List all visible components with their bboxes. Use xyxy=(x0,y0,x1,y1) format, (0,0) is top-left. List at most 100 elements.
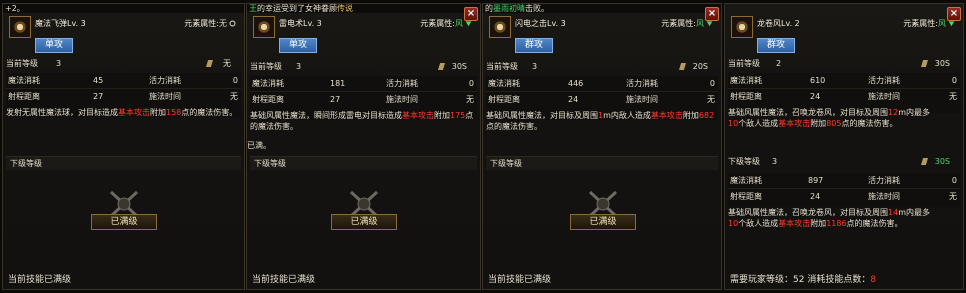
range-label: 射程距离 xyxy=(730,92,762,101)
desc-text: 发射无属性魔法球，对目标造成 xyxy=(6,108,118,117)
current-level-value: 3 xyxy=(56,59,62,68)
vp-label: 活力消耗 xyxy=(149,76,181,85)
range-value: 24 xyxy=(810,192,821,201)
stats-divider xyxy=(250,91,477,92)
attack-type-tag: 群攻 xyxy=(515,38,553,53)
mp-label: 魔法消耗 xyxy=(488,79,520,88)
desc-text: m内敌人造成 xyxy=(603,111,651,120)
max-level-badge: 已满级 xyxy=(331,214,397,230)
skill-panel-magic-missile: +2。 魔法飞弹Lv. 3 元素属性:无 单攻 当前等级 3 无 魔法消耗 45… xyxy=(2,3,245,290)
desc-text: 基础风属性魔法，对目标及周围 xyxy=(486,111,598,120)
max-level-emblem: 已满级 xyxy=(570,190,636,236)
range-label: 射程距离 xyxy=(8,92,40,101)
max-level-badge: 已满级 xyxy=(91,214,157,230)
current-level-row: 当前等级 3 30S xyxy=(250,61,477,73)
chat-name: 王 xyxy=(249,4,257,13)
current-level-value: 3 xyxy=(532,62,538,71)
cooldown-time: 20S xyxy=(692,62,708,71)
cooldown-time: 30S xyxy=(451,62,467,71)
element-value: 风 xyxy=(696,19,704,28)
desc-text: 基础风属性魔法，召唤龙卷风，对目标及周围 xyxy=(728,208,888,217)
chat-strip: 王的幸运受到了女神眷顾传说 xyxy=(247,4,480,13)
vp-label: 活力消耗 xyxy=(868,176,900,185)
next-level-header: 下级等级 xyxy=(6,156,241,170)
current-level-label: 当前等级 xyxy=(486,62,518,71)
desc-highlight: 基本攻击 xyxy=(778,219,811,228)
mp-value: 446 xyxy=(568,79,584,88)
element-attribute: 元素属性:风 xyxy=(661,18,713,29)
scroll-icon xyxy=(438,63,445,70)
desc-text: 基础风属性魔法，瞬间形成雷电对目标造成 xyxy=(250,111,402,120)
skill-icon xyxy=(9,16,31,38)
element-attribute: 元素属性:风 xyxy=(420,18,472,29)
scroll-icon xyxy=(679,63,686,70)
current-level-value: 3 xyxy=(296,62,302,71)
footer-status: 当前技能已满级 xyxy=(8,275,72,285)
desc-text: m内最多 xyxy=(898,208,930,217)
desc-highlight: 基本攻击 xyxy=(650,111,683,120)
desc-text: 点的魔法伤害。 xyxy=(486,122,542,131)
cast-value: 无 xyxy=(707,95,715,104)
scroll-icon xyxy=(206,60,213,67)
stats-divider xyxy=(728,88,960,89)
element-value: 风 xyxy=(455,19,463,28)
stats-divider xyxy=(6,88,241,89)
max-level-emblem: 已满级 xyxy=(331,190,397,236)
side-note: 已满。 xyxy=(247,141,271,150)
vp-value: 0 xyxy=(468,79,474,88)
element-label: 元素属性: xyxy=(420,19,455,28)
chat-text: 击败。 xyxy=(525,4,549,13)
skill-header: 闪电之击Lv. 3 元素属性:风 群攻 xyxy=(485,16,719,54)
req-level-label: 需要玩家等级： xyxy=(730,275,794,285)
chat-strip: +2。 xyxy=(3,4,244,13)
next-stats-box: 魔法消耗 897 活力消耗 0 射程距离 24 施法时间 无 xyxy=(728,173,960,207)
desc-text: 附加 xyxy=(682,111,699,120)
cast-value: 无 xyxy=(466,95,474,104)
attack-type-tag: 单攻 xyxy=(35,38,73,53)
cast-value: 无 xyxy=(230,92,238,101)
desc-text: 附加 xyxy=(810,119,827,128)
vp-label: 活力消耗 xyxy=(386,79,418,88)
skill-panel-lightning: 王的幸运受到了女神眷顾传说 × 雷电术Lv. 3 元素属性:风 单攻 当前等级 … xyxy=(246,3,481,290)
range-label: 射程距离 xyxy=(488,95,520,104)
element-attribute: 元素属性:风 xyxy=(903,18,955,29)
current-level-row: 当前等级 2 30S xyxy=(728,58,960,70)
chat-text: +2。 xyxy=(5,4,25,13)
vp-value: 0 xyxy=(232,76,238,85)
next-level-label: 下级等级 xyxy=(728,157,760,166)
upgrade-requirement: 需要玩家等级：52 消耗技能点数：8 xyxy=(730,272,876,285)
range-value: 24 xyxy=(568,95,579,104)
desc-text: 附加 xyxy=(150,108,166,117)
circle-icon xyxy=(229,20,236,27)
scroll-icon xyxy=(921,158,928,165)
skill-description: 基础风属性魔法，瞬间形成雷电对目标造成基本攻击附加175点的魔法伤害。 xyxy=(250,110,474,132)
desc-text: 点的魔法伤害。 xyxy=(181,108,238,117)
mp-label: 魔法消耗 xyxy=(252,79,284,88)
cast-label: 施法时间 xyxy=(868,192,900,201)
current-level-row: 当前等级 3 20S xyxy=(486,61,718,73)
footer-status: 当前技能已满级 xyxy=(488,275,552,285)
element-attribute: 元素属性:无 xyxy=(184,18,236,29)
current-level-row: 当前等级 3 无 xyxy=(6,58,241,70)
desc-target-count: 10 xyxy=(728,119,739,128)
skill-icon xyxy=(489,16,511,38)
desc-text: 基础风属性魔法，召唤龙卷风，对目标及周围 xyxy=(728,108,888,117)
desc-text: 个敌人造成 xyxy=(738,219,779,228)
desc-damage-value: 682 xyxy=(698,111,715,120)
next-level-value: 3 xyxy=(772,157,778,166)
range-label: 射程距离 xyxy=(730,192,762,201)
next-level-header: 下级等级 xyxy=(250,156,477,170)
cooldown-time: 30S xyxy=(934,59,950,68)
current-level-label: 当前等级 xyxy=(250,62,282,71)
desc-highlight: 基本攻击 xyxy=(118,108,150,117)
desc-damage-value: 175 xyxy=(450,111,466,120)
desc-highlight: 基本攻击 xyxy=(778,119,811,128)
next-cooldown-time: 30S xyxy=(934,157,950,166)
stats-divider xyxy=(486,91,718,92)
chat-rarity: 传说 xyxy=(337,4,353,13)
current-level-label: 当前等级 xyxy=(6,59,38,68)
footer-status: 当前技能已满级 xyxy=(252,275,316,285)
desc-text: 个敌人造成 xyxy=(738,119,779,128)
desc-text: m内最多 xyxy=(898,108,930,117)
cast-value: 无 xyxy=(949,192,957,201)
